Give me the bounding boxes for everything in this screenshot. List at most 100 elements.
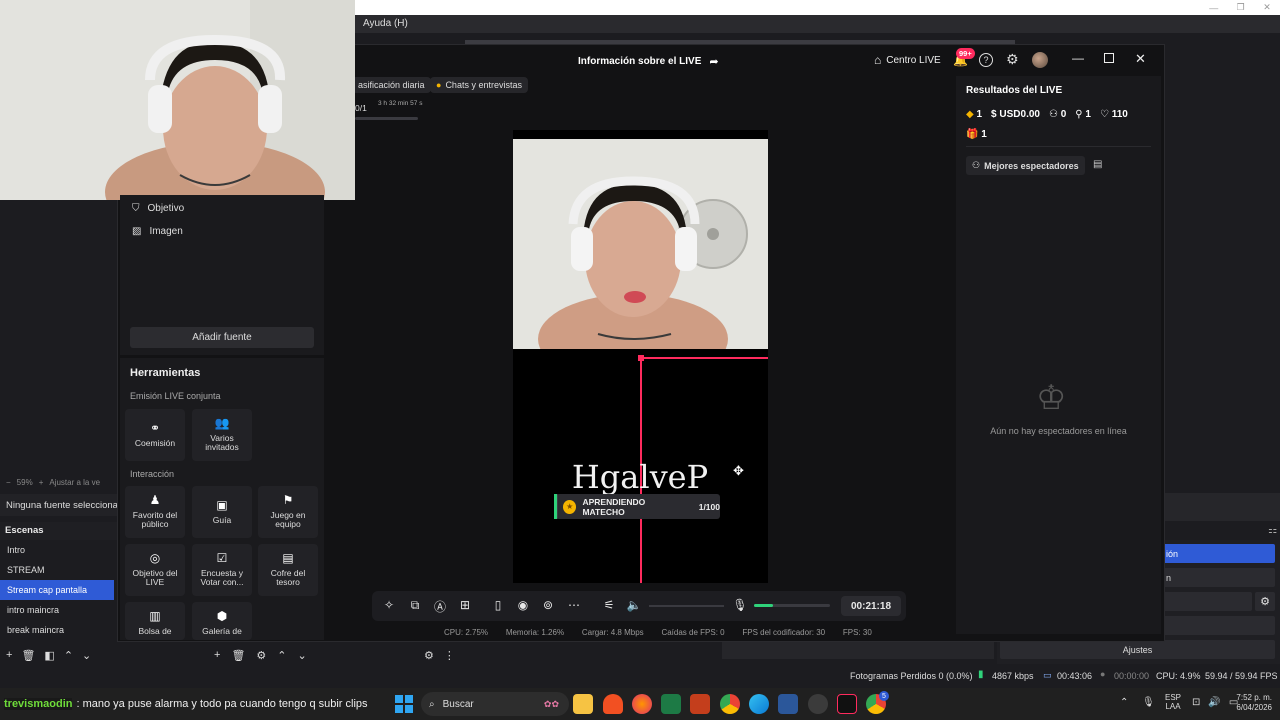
source-down-icon[interactable]: ⌄ xyxy=(298,649,307,662)
zoom-out-button[interactable]: − xyxy=(6,478,11,487)
firefox-icon[interactable] xyxy=(632,694,652,714)
tool-juego-equipo[interactable]: ⚑ Juego en equipo xyxy=(258,486,318,538)
help-icon[interactable]: ? xyxy=(979,53,993,67)
share-icon[interactable]: ➦ xyxy=(709,55,718,68)
daily-ranking-pill[interactable]: asificación diaria xyxy=(352,77,431,93)
chrome-icon[interactable] xyxy=(720,694,740,714)
centro-live-button[interactable]: ⌂ Centro LIVE xyxy=(874,53,941,67)
goal-widget[interactable]: ★ APRENDIENDO MATECHO 1/100 xyxy=(554,494,720,519)
speaker-volume-slider[interactable] xyxy=(649,605,724,607)
scene-item-stream[interactable]: STREAM xyxy=(0,560,114,580)
scene-item-intro-maincra[interactable]: intro maincra xyxy=(0,600,114,620)
language-indicator[interactable]: ESP LAA xyxy=(1165,693,1181,711)
clock[interactable]: 7:52 p. m. 6/04/2026 xyxy=(1228,693,1272,712)
tt-minimize-icon[interactable]: — xyxy=(1072,51,1084,65)
source-item-imagen[interactable]: ▨ Imagen xyxy=(120,220,324,242)
taskbar-search[interactable]: ⌕ Buscar ✿✿ xyxy=(421,692,569,716)
maximize-icon[interactable]: ❐ xyxy=(1237,2,1245,13)
avatar[interactable] xyxy=(1032,52,1048,68)
mixer-settings-icon[interactable]: ⚙ xyxy=(424,649,434,662)
add-source-icon[interactable]: + xyxy=(214,649,220,661)
viewers-icon: ⚇ xyxy=(1048,109,1058,120)
file-explorer-icon[interactable] xyxy=(573,694,593,714)
menu-help[interactable]: Ayuda (H) xyxy=(363,18,408,29)
tool-galeria[interactable]: ⬢ Galería de xyxy=(192,602,252,640)
stat-cpu: CPU: 2.75% xyxy=(444,628,489,637)
chats-pill[interactable]: ● Chats y entrevistas xyxy=(430,77,528,93)
dock-menu-icon[interactable]: ⚏ xyxy=(1268,525,1277,536)
zoom-value: 59% xyxy=(16,477,33,487)
mic-volume-fill xyxy=(754,604,773,607)
network-icon[interactable]: ⊡ xyxy=(1192,697,1200,708)
tool-encuesta[interactable]: ☑ Encuesta y Votar con... xyxy=(192,544,252,596)
tt-maximize-icon[interactable] xyxy=(1104,53,1114,63)
obs-mid-area xyxy=(722,640,994,659)
portrait-icon[interactable]: ▯ xyxy=(490,598,506,612)
add-media-icon[interactable]: ⊞ xyxy=(457,598,473,612)
camera-switch-icon[interactable]: ⊚ xyxy=(540,598,556,612)
search-highlight-icon: ✿✿ xyxy=(543,698,559,709)
tool-cofre[interactable]: ▤ Cofre del tesoro xyxy=(258,544,318,596)
record-icon[interactable]: ◉ xyxy=(515,598,531,612)
list-icon[interactable]: ▤ xyxy=(1093,159,1102,170)
obs-app-icon[interactable] xyxy=(808,694,828,714)
filter-scene-icon[interactable]: ◧ xyxy=(44,649,54,662)
crop-icon[interactable]: ⧉ xyxy=(407,598,423,613)
empty-mascot-icon: ♔ xyxy=(1036,379,1067,417)
sources-toolbar: + 🗑 ⚙ ⌃ ⌄ xyxy=(214,646,324,664)
obs-window-controls: — ❐ ✕ xyxy=(1200,0,1280,15)
source-settings-icon[interactable]: ⚙ xyxy=(256,649,266,662)
tool-varios-invitados[interactable]: 👥 Varios invitados xyxy=(192,409,252,461)
mic-volume-slider[interactable] xyxy=(754,604,830,607)
word-icon[interactable] xyxy=(778,694,798,714)
tool-guia[interactable]: ▣ Guía xyxy=(192,486,252,538)
move-down-icon[interactable]: ⌄ xyxy=(82,649,91,662)
minimize-icon[interactable]: — xyxy=(1209,3,1218,13)
delete-scene-icon[interactable]: 🗑 xyxy=(21,649,35,662)
volume-icon[interactable]: 🔊 xyxy=(1208,697,1220,708)
tool-bolsa[interactable]: ▥ Bolsa de xyxy=(125,602,185,640)
powerpoint-icon[interactable] xyxy=(690,694,710,714)
tray-mic-icon[interactable]: 🎙 xyxy=(1142,697,1155,708)
more-icon[interactable]: ⋯ xyxy=(566,598,582,612)
virtual-cam-button[interactable] xyxy=(1160,592,1252,611)
speaker-icon[interactable]: 🔈 xyxy=(626,598,642,612)
mixer-menu-icon[interactable]: ⋮ xyxy=(444,649,455,662)
settings-button[interactable]: Ajustes xyxy=(1000,640,1275,659)
excel-icon[interactable] xyxy=(661,694,681,714)
tool-favorito[interactable]: ♟ Favorito del público xyxy=(125,486,185,538)
add-scene-icon[interactable]: + xyxy=(6,649,12,661)
scene-item-break-maincra[interactable]: break maincra xyxy=(0,620,114,640)
scene-item-intro[interactable]: Intro xyxy=(0,540,114,560)
add-source-button[interactable]: Añadir fuente xyxy=(130,327,314,348)
microphone-icon[interactable]: 🎙 xyxy=(732,598,748,612)
edge-icon[interactable] xyxy=(749,694,769,714)
mixer-icon[interactable]: ⚟ xyxy=(601,598,617,612)
preview-camera-source[interactable] xyxy=(513,139,768,349)
resize-handle[interactable] xyxy=(638,355,644,361)
effects-icon[interactable]: Ⓐ xyxy=(432,598,448,615)
source-up-icon[interactable]: ⌃ xyxy=(277,649,286,662)
move-up-icon[interactable]: ⌃ xyxy=(64,649,73,662)
top-viewers-tab[interactable]: ⚇ Mejores espectadores xyxy=(966,156,1085,175)
virtual-cam-settings-icon[interactable]: ⚙ xyxy=(1255,592,1275,611)
magic-wand-icon[interactable]: ✧ xyxy=(381,598,397,612)
brave-icon[interactable] xyxy=(603,694,623,714)
tool-objetivo-live[interactable]: ◎ Objetivo del LIVE xyxy=(125,544,185,596)
tiktok-studio-icon[interactable] xyxy=(837,694,857,714)
fit-label[interactable]: Ajustar a la ve xyxy=(49,478,100,487)
live-info-title[interactable]: Información sobre el LIVE ➦ xyxy=(578,55,719,68)
windows-start-icon[interactable] xyxy=(395,695,413,713)
tool-coemision[interactable]: ⚭ Coemisión xyxy=(125,409,185,461)
scene-item-stream-cap[interactable]: Stream cap pantalla xyxy=(0,580,114,600)
start-stream-button[interactable]: ión xyxy=(1160,544,1275,563)
tray-chevron-icon[interactable]: ⌃ xyxy=(1120,697,1128,708)
source-item-objetivo[interactable]: ⛉ Objetivo xyxy=(120,197,324,219)
tt-close-icon[interactable]: ✕ xyxy=(1135,51,1146,67)
delete-source-icon[interactable]: 🗑 xyxy=(231,649,245,662)
zoom-in-button[interactable]: + xyxy=(39,478,44,487)
start-record-button[interactable]: n xyxy=(1160,568,1275,587)
link-icon: ⚭ xyxy=(149,420,161,435)
close-icon[interactable]: ✕ xyxy=(1263,2,1271,13)
settings-icon[interactable]: ⚙ xyxy=(1006,51,1019,68)
